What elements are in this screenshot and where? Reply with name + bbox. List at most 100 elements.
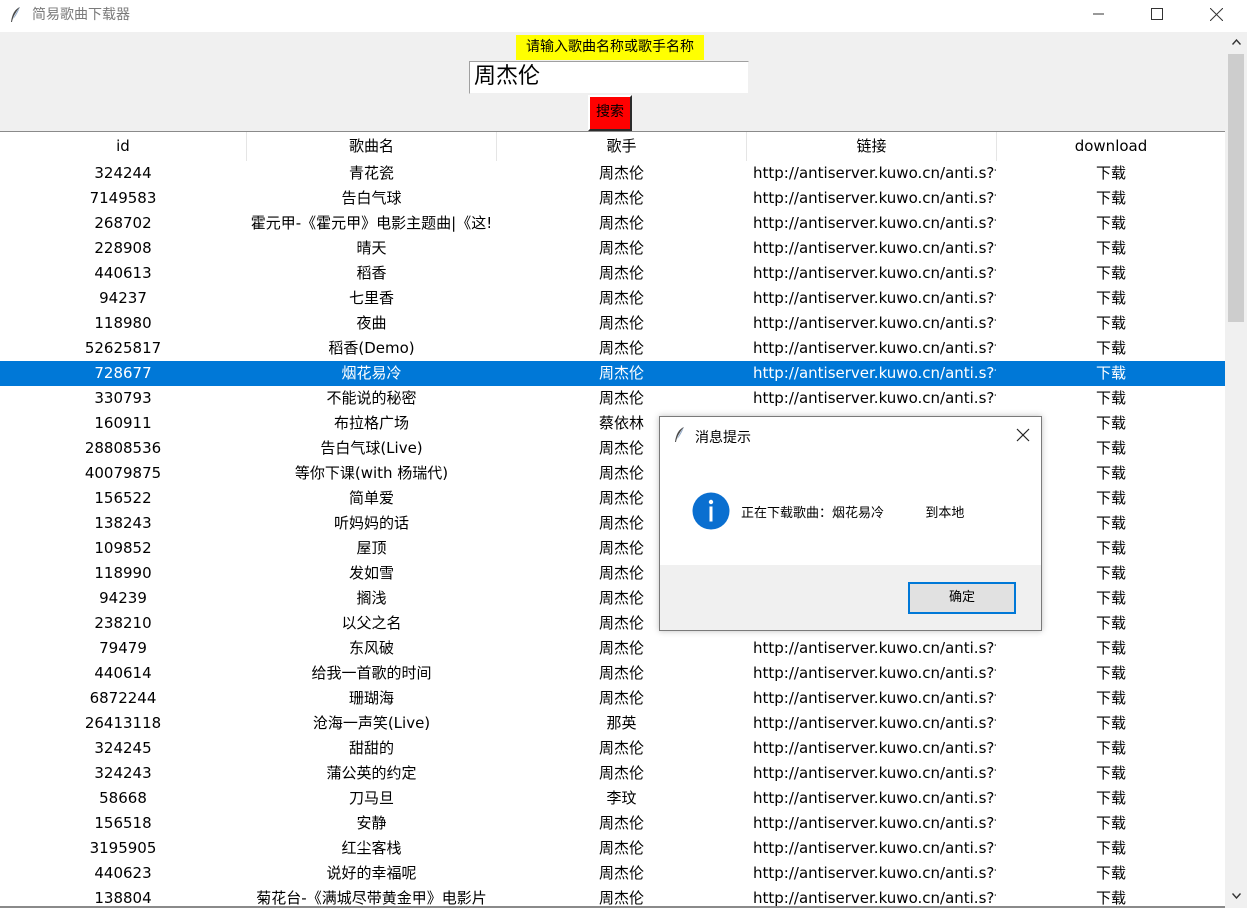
table-row[interactable]: 138804 菊花台-《满城尽带黄金甲》电影片 周杰伦 http://antiserv… (0, 886, 1225, 908)
download-button[interactable]: 下载 (997, 761, 1225, 786)
cell-song-name: 告白气球(Live) (320, 439, 423, 457)
cell-artist: 周杰伦 (598, 239, 644, 257)
table-row[interactable]: 728677 烟花易冷 周杰伦 http://antiserver.kuwo.cn/a… (0, 361, 1225, 386)
download-button[interactable]: 下载 (997, 386, 1225, 411)
cell-artist: 周杰伦 (598, 889, 644, 907)
table-row[interactable]: 26413118 沧海一声笑(Live) 那英 http://antiserver.k… (0, 711, 1225, 736)
download-button[interactable]: 下载 (997, 636, 1225, 661)
search-input[interactable]: 周杰伦 (469, 61, 749, 94)
cell-id: 728677 (94, 364, 152, 382)
cell-artist: 周杰伦 (598, 864, 644, 882)
table-row[interactable]: 324244 青花瓷 周杰伦 http://antiserver.kuwo.cn/an… (0, 161, 1225, 186)
download-button[interactable]: 下载 (997, 836, 1225, 861)
download-button[interactable]: 下载 (997, 186, 1225, 211)
table-row[interactable]: 330793 不能说的秘密 周杰伦 http://antiserver.kuwo.cn… (0, 386, 1225, 411)
table-row[interactable]: 268702 霍元甲-《霍元甲》电影主题曲|《这! 周杰伦 http://antise… (0, 211, 1225, 236)
scroll-down-button[interactable] (1225, 886, 1247, 906)
download-button[interactable]: 下载 (997, 686, 1225, 711)
download-button[interactable]: 下载 (997, 661, 1225, 686)
cell-id: 324245 (94, 739, 152, 757)
chevron-up-icon (1231, 39, 1241, 45)
cell-id: 28808536 (84, 439, 162, 457)
cell-id: 228908 (94, 239, 152, 257)
cell-link: http://antiserver.kuwo.cn/anti.s?fc (753, 314, 996, 332)
table-row[interactable]: 6872244 珊瑚海 周杰伦 http://antiserver.kuwo.cn/a… (0, 686, 1225, 711)
table-row[interactable]: 79479 东风破 周杰伦 http://antiserver.kuwo.cn/ant… (0, 636, 1225, 661)
table-row[interactable]: 440623 说好的幸福呢 周杰伦 http://antiserver.kuwo.cn… (0, 861, 1225, 886)
table-row[interactable]: 94237 七里香 周杰伦 http://antiserver.kuwo.cn/ant… (0, 286, 1225, 311)
cell-link: http://antiserver.kuwo.cn/anti.s?fc (753, 189, 996, 207)
table-row[interactable]: 440614 给我一首歌的时间 周杰伦 http://antiserver.kuwo.… (0, 661, 1225, 686)
column-header-id[interactable]: id (0, 132, 247, 161)
cell-artist: 周杰伦 (598, 639, 644, 657)
cell-song-name: 七里香 (348, 289, 394, 307)
column-header-download[interactable]: download (997, 132, 1225, 161)
download-button[interactable]: 下载 (997, 286, 1225, 311)
cell-song-name: 珊瑚海 (348, 689, 394, 707)
table-row[interactable]: 58668 刀马旦 李玟 http://antiserver.kuwo.cn/anti… (0, 786, 1225, 811)
vertical-scrollbar[interactable] (1225, 32, 1247, 908)
window-title: 简易歌曲下载器 (32, 7, 130, 23)
scrollbar-thumb[interactable] (1228, 54, 1244, 322)
download-button[interactable]: 下载 (997, 361, 1225, 386)
column-header-artist[interactable]: 歌手 (497, 132, 747, 161)
cell-link: http://antiserver.kuwo.cn/anti.s?fc (753, 789, 996, 807)
cell-id: 40079875 (84, 464, 162, 482)
column-header-song-name[interactable]: 歌曲名 (247, 132, 497, 161)
cell-artist: 周杰伦 (598, 164, 644, 182)
search-button[interactable]: 搜索 (588, 95, 632, 131)
download-button[interactable]: 下载 (997, 336, 1225, 361)
table-row[interactable]: 52625817 稻香(Demo) 周杰伦 http://antiserver.kuw… (0, 336, 1225, 361)
feather-icon (675, 427, 684, 442)
ok-button[interactable]: 确定 (908, 582, 1016, 614)
cell-id: 94237 (99, 289, 147, 307)
cell-link: http://antiserver.kuwo.cn/anti.s?fc (753, 339, 996, 357)
cell-artist: 周杰伦 (598, 389, 644, 407)
close-window-button[interactable] (1193, 0, 1239, 28)
download-button[interactable]: 下载 (997, 236, 1225, 261)
cell-id: 330793 (94, 389, 152, 407)
table-row[interactable]: 228908 晴天 周杰伦 http://antiserver.kuwo.cn/ant… (0, 236, 1225, 261)
table-row[interactable]: 156518 安静 周杰伦 http://antiserver.kuwo.cn/ant… (0, 811, 1225, 836)
download-button[interactable]: 下载 (997, 211, 1225, 236)
cell-song-name: 刀马旦 (348, 789, 394, 807)
download-button[interactable]: 下载 (997, 261, 1225, 286)
table-row[interactable]: 440613 稻香 周杰伦 http://antiserver.kuwo.cn/ant… (0, 261, 1225, 286)
cell-id: 109852 (94, 539, 152, 557)
cell-artist: 周杰伦 (598, 289, 644, 307)
cell-song-name: 沧海一声笑(Live) (312, 714, 431, 732)
cell-artist: 周杰伦 (598, 839, 644, 857)
download-button[interactable]: 下载 (997, 311, 1225, 336)
cell-artist: 周杰伦 (598, 189, 644, 207)
table-row[interactable]: 324245 甜甜的 周杰伦 http://antiserver.kuwo.cn/an… (0, 736, 1225, 761)
table-row[interactable]: 7149583 告白气球 周杰伦 http://antiserver.kuwo.cn/… (0, 186, 1225, 211)
download-button[interactable]: 下载 (997, 736, 1225, 761)
cell-song-name: 安静 (356, 814, 387, 832)
cell-artist: 李玟 (606, 789, 637, 807)
dialog-close-icon[interactable] (1015, 427, 1031, 443)
cell-link: http://antiserver.kuwo.cn/anti.s?fc (753, 639, 996, 657)
download-button[interactable]: 下载 (997, 811, 1225, 836)
download-button[interactable]: 下载 (997, 886, 1225, 908)
column-header-link[interactable]: 链接 (747, 132, 997, 161)
cell-song-name: 夜曲 (356, 314, 387, 332)
minimize-button[interactable] (1076, 0, 1122, 28)
table-row[interactable]: 324243 蒲公英的约定 周杰伦 http://antiserver.kuwo.cn… (0, 761, 1225, 786)
table-row[interactable]: 118980 夜曲 周杰伦 http://antiserver.kuwo.cn/ant… (0, 311, 1225, 336)
cell-song-name: 等你下课(with 杨瑞代) (294, 464, 449, 482)
download-button[interactable]: 下载 (997, 161, 1225, 186)
download-button[interactable]: 下载 (997, 861, 1225, 886)
maximize-button[interactable] (1134, 0, 1180, 28)
cell-link: http://antiserver.kuwo.cn/anti.s?fc (753, 264, 996, 282)
cell-song-name: 菊花台-《满城尽带黄金甲》电影片 (256, 889, 487, 907)
cell-song-name: 说好的幸福呢 (326, 864, 417, 882)
cell-song-name: 蒲公英的约定 (326, 764, 417, 782)
search-panel: 请输入歌曲名称或歌手名称 周杰伦 搜索 (0, 32, 1225, 131)
cell-id: 156522 (94, 489, 152, 507)
scroll-up-button[interactable] (1225, 32, 1247, 52)
table-header: id 歌曲名 歌手 链接 download (0, 131, 1225, 161)
download-button[interactable]: 下载 (997, 786, 1225, 811)
download-button[interactable]: 下载 (997, 711, 1225, 736)
cell-song-name: 屋顶 (356, 539, 387, 557)
table-row[interactable]: 3195905 红尘客栈 周杰伦 http://antiserver.kuwo.cn/… (0, 836, 1225, 861)
